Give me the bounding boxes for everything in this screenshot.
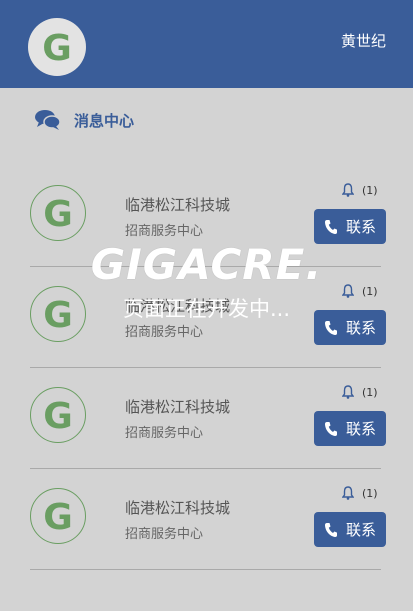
notification-count: (1) bbox=[362, 183, 378, 197]
section-title: 消息中心 bbox=[74, 111, 135, 130]
contact-label: 联系 bbox=[345, 218, 376, 236]
contact-button[interactable]: 联系 bbox=[314, 411, 386, 446]
notification-count: (1) bbox=[362, 486, 378, 500]
avatar: G bbox=[30, 286, 86, 342]
g-logo-icon: G bbox=[43, 194, 73, 233]
notification-count: (1) bbox=[362, 385, 378, 399]
phone-icon bbox=[324, 421, 337, 436]
g-logo-icon: G bbox=[43, 396, 73, 435]
item-subtitle: 招商服务中心 bbox=[125, 224, 204, 239]
item-title: 临港松江科技城 bbox=[125, 499, 231, 517]
list-item[interactable]: G 临港松江科技城 招商服务中心 (1) 联系 bbox=[30, 267, 386, 368]
item-title: 临港松江科技城 bbox=[125, 398, 231, 416]
contact-label: 联系 bbox=[345, 420, 376, 438]
bell-icon bbox=[342, 385, 354, 399]
item-title: 临港松江科技城 bbox=[125, 196, 231, 214]
list-item[interactable]: G 临港松江科技城 招商服务中心 (1) 联系 bbox=[30, 368, 386, 469]
section-header: 消息中心 bbox=[35, 108, 134, 132]
bell-icon bbox=[342, 183, 354, 197]
item-subtitle: 招商服务中心 bbox=[125, 426, 204, 441]
notification-count: (1) bbox=[362, 284, 378, 298]
g-logo-icon: G bbox=[42, 28, 72, 67]
phone-icon bbox=[324, 320, 337, 335]
contact-button[interactable]: 联系 bbox=[314, 512, 386, 547]
chat-bubbles-icon bbox=[35, 110, 61, 130]
g-logo-icon: G bbox=[43, 295, 73, 334]
notification-indicator[interactable]: (1) bbox=[342, 486, 378, 500]
contact-label: 联系 bbox=[345, 521, 376, 539]
contact-label: 联系 bbox=[345, 319, 376, 337]
message-list: G 临港松江科技城 招商服务中心 (1) 联系 G 临港松江科技城 招商服务中心 bbox=[30, 166, 386, 570]
avatar: G bbox=[30, 185, 86, 241]
list-item[interactable]: G 临港松江科技城 招商服务中心 (1) 联系 bbox=[30, 469, 386, 570]
bell-icon bbox=[342, 284, 354, 298]
g-logo-icon: G bbox=[43, 497, 73, 536]
notification-indicator[interactable]: (1) bbox=[342, 385, 378, 399]
item-title: 临港松江科技城 bbox=[125, 297, 231, 315]
contact-button[interactable]: 联系 bbox=[314, 209, 386, 244]
avatar: G bbox=[30, 488, 86, 544]
item-subtitle: 招商服务中心 bbox=[125, 527, 204, 542]
notification-indicator[interactable]: (1) bbox=[342, 284, 378, 298]
app-header: G 黄世纪 bbox=[0, 0, 413, 88]
notification-indicator[interactable]: (1) bbox=[342, 183, 378, 197]
svg-text:G: G bbox=[43, 497, 73, 536]
bell-icon bbox=[342, 486, 354, 500]
list-item[interactable]: G 临港松江科技城 招商服务中心 (1) 联系 bbox=[30, 166, 386, 267]
svg-text:G: G bbox=[43, 194, 73, 233]
phone-icon bbox=[324, 522, 337, 537]
item-subtitle: 招商服务中心 bbox=[125, 325, 204, 340]
company-logo[interactable]: G bbox=[28, 18, 86, 76]
svg-text:G: G bbox=[43, 396, 73, 435]
user-name[interactable]: 黄世纪 bbox=[341, 30, 386, 51]
avatar: G bbox=[30, 387, 86, 443]
svg-text:G: G bbox=[42, 28, 72, 67]
svg-text:G: G bbox=[43, 295, 73, 334]
contact-button[interactable]: 联系 bbox=[314, 310, 386, 345]
phone-icon bbox=[324, 219, 337, 234]
